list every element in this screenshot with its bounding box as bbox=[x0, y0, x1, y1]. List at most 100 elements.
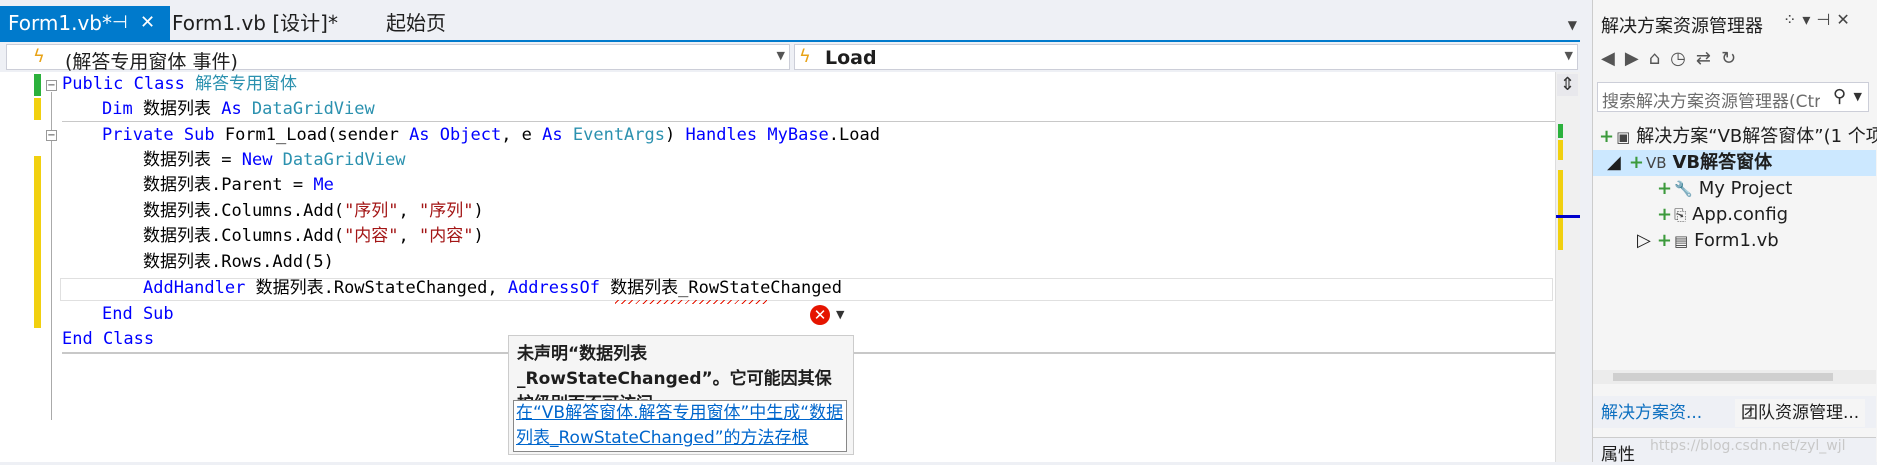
vb-project-icon: VB bbox=[1645, 154, 1667, 172]
search-placeholder: 搜索解决方案资源管理器(Ctrl+;) bbox=[1602, 92, 1820, 112]
panel-toolbar: ◀▶⌂◷⇄↻ bbox=[1601, 48, 1746, 69]
refresh-icon[interactable]: ↻ bbox=[1721, 48, 1746, 69]
sync-icon[interactable]: ⇄ bbox=[1696, 48, 1721, 69]
scrollbar-thumb[interactable] bbox=[1613, 373, 1833, 381]
tab-team-explorer[interactable]: 团队资源管理... bbox=[1735, 399, 1866, 427]
tree-node-form1[interactable]: ▷ + ▤ Form1.vb bbox=[1637, 228, 1779, 254]
editor-vertical-scrollbar[interactable] bbox=[1555, 72, 1580, 462]
code-line-10[interactable]: End Sub bbox=[102, 302, 174, 327]
properties-title: 属性 bbox=[1601, 445, 1635, 465]
keyword: As bbox=[221, 99, 252, 119]
code-line-3[interactable]: Private Sub Form1_Load(sender As Object,… bbox=[102, 123, 880, 148]
identifier: .Load bbox=[828, 125, 880, 145]
type-name: DataGridView bbox=[251, 99, 375, 119]
identifier: , e bbox=[501, 125, 543, 145]
string-literal: "序列" bbox=[344, 201, 399, 221]
generate-method-stub-link[interactable]: 在“VB解答窗体.解答专用窗体”中生成“数据列表_RowStateChanged… bbox=[513, 400, 847, 452]
collapse-class-icon[interactable]: − bbox=[46, 80, 57, 91]
keyword: Dim bbox=[102, 99, 143, 119]
event-bolt-icon: ϟ bbox=[799, 46, 811, 67]
scroll-marker-unsaved bbox=[1558, 140, 1563, 160]
add-marker: + bbox=[1628, 152, 1644, 173]
identifier: 数据列表.Columns.Add( bbox=[143, 201, 345, 221]
form-icon: ▤ bbox=[1673, 232, 1689, 250]
pin-icon[interactable]: ⊣ bbox=[112, 6, 128, 40]
home-icon[interactable]: ⌂ bbox=[1649, 48, 1670, 69]
identifier: 数据列表.Parent = bbox=[143, 175, 314, 195]
scroll-marker-saved bbox=[1558, 124, 1563, 138]
type-name: EventArgs bbox=[572, 125, 665, 145]
error-identifier[interactable]: 数据列表_RowStateChanged bbox=[610, 278, 842, 298]
tree-node-label: Form1.vb bbox=[1694, 230, 1779, 251]
chevron-down-icon: ▼ bbox=[776, 49, 785, 62]
tab-form1-designer[interactable]: Form1.vb [设计]* bbox=[172, 6, 338, 40]
code-line-4[interactable]: 数据列表 = New DataGridView bbox=[143, 148, 406, 173]
string-literal: "内容" bbox=[344, 226, 399, 246]
pin-icon[interactable]: ⊣ bbox=[1816, 10, 1836, 29]
add-marker: + bbox=[1656, 230, 1672, 251]
tab-solution-explorer[interactable]: 解决方案资... bbox=[1601, 399, 1702, 427]
member-combo-label: Load bbox=[825, 47, 877, 69]
keyword: Private Sub bbox=[102, 125, 225, 145]
member-combo[interactable]: ϟ Load ▼ bbox=[794, 44, 1578, 70]
close-icon[interactable]: ✕ bbox=[1836, 10, 1855, 29]
object-combo-label: (解答专用窗体 事件) bbox=[65, 51, 238, 73]
watermark: https://blog.csdn.net/zyl_wjl bbox=[1650, 438, 1846, 454]
collapse-sub-icon[interactable]: − bbox=[46, 130, 57, 141]
tab-label: 起始页 bbox=[386, 11, 446, 35]
scroll-marker-unsaved bbox=[1558, 170, 1563, 250]
tree-node-label: 解决方案“VB解答窗体”(1 个项目) bbox=[1636, 126, 1877, 147]
tab-overflow-icon[interactable]: ▼ bbox=[1568, 18, 1577, 32]
error-light-bulb[interactable]: ✕ ▼ bbox=[806, 304, 850, 328]
panel-title-buttons: ⁘▾⊣✕ bbox=[1783, 10, 1856, 29]
code-line-8[interactable]: 数据列表.Rows.Add(5) bbox=[143, 250, 334, 275]
caret-marker bbox=[1556, 215, 1580, 218]
code-line-1[interactable]: Public Class 解答专用窗体 bbox=[62, 72, 297, 97]
back-icon[interactable]: ◀ bbox=[1601, 48, 1625, 69]
keyword: Me bbox=[313, 175, 334, 195]
object-combo[interactable]: ϟ (解答专用窗体 事件) ▼ bbox=[6, 44, 790, 73]
code-line-11[interactable]: End Class bbox=[62, 327, 154, 352]
tab-start-page[interactable]: 起始页 bbox=[386, 6, 446, 40]
close-icon[interactable]: ✕ bbox=[140, 6, 155, 40]
chevron-down-icon[interactable]: ▾ bbox=[1802, 10, 1816, 29]
string-literal: "内容" bbox=[419, 226, 474, 246]
change-marker-saved bbox=[34, 74, 41, 96]
tree-node-my-project[interactable]: + 🔧 My Project bbox=[1657, 176, 1792, 202]
keyword: As bbox=[542, 125, 573, 145]
solution-search-input[interactable]: 搜索解决方案资源管理器(Ctrl+;) ⚲ ▼ bbox=[1597, 82, 1869, 112]
code-line-6[interactable]: 数据列表.Columns.Add("序列", "序列") bbox=[143, 199, 484, 224]
code-line-2[interactable]: Dim 数据列表 As DataGridView bbox=[102, 97, 375, 122]
class-name: 解答专用窗体 bbox=[195, 74, 298, 94]
split-editor-icon[interactable]: ⇕ bbox=[1557, 74, 1578, 96]
tree-node-solution[interactable]: +▣ 解决方案“VB解答窗体”(1 个项目) bbox=[1599, 124, 1877, 150]
history-icon[interactable]: ◷ bbox=[1670, 48, 1696, 69]
tree-node-project[interactable]: ◢ + VB VB解答窗体 bbox=[1593, 150, 1876, 176]
punctuation: ) bbox=[473, 201, 484, 221]
tree-node-app-config[interactable]: + ⎘ App.config bbox=[1657, 202, 1788, 228]
identifier: Form1_Load(sender bbox=[224, 125, 410, 145]
chevron-down-icon[interactable]: ▼ bbox=[1854, 90, 1862, 103]
wrench-icon: 🔧 bbox=[1674, 180, 1693, 198]
forward-icon[interactable]: ▶ bbox=[1625, 48, 1649, 69]
identifier: 数据列表 = bbox=[143, 150, 242, 170]
tab-label: Form1.vb* bbox=[8, 11, 112, 35]
code-line-5[interactable]: 数据列表.Parent = Me bbox=[143, 173, 334, 198]
chevron-down-icon: ▼ bbox=[836, 308, 845, 321]
error-squiggle bbox=[615, 300, 767, 304]
search-icon[interactable]: ⚲ bbox=[1833, 86, 1846, 107]
collapsed-arrow-icon[interactable]: ▷ bbox=[1637, 230, 1651, 251]
error-icon: ✕ bbox=[810, 305, 830, 325]
expanded-arrow-icon: ◢ bbox=[1607, 152, 1621, 173]
punctuation: ) bbox=[665, 125, 686, 145]
code-line-7[interactable]: 数据列表.Columns.Add("内容", "内容") bbox=[143, 224, 484, 249]
type-name: DataGridView bbox=[282, 150, 406, 170]
chevron-down-icon: ▼ bbox=[1564, 49, 1573, 62]
keyword: Public Class bbox=[62, 74, 196, 94]
tree-node-label: VB解答窗体 bbox=[1672, 152, 1773, 173]
code-line-9[interactable]: AddHandler 数据列表.RowStateChanged, Address… bbox=[143, 276, 842, 301]
punctuation: ) bbox=[473, 226, 484, 246]
add-marker: + bbox=[1657, 178, 1673, 199]
tab-form1-vb[interactable]: Form1.vb* ⊣ ✕ bbox=[0, 6, 170, 40]
navigation-bar: ϟ (解答专用窗体 事件) ▼ ϟ Load ▼ bbox=[0, 42, 1580, 73]
